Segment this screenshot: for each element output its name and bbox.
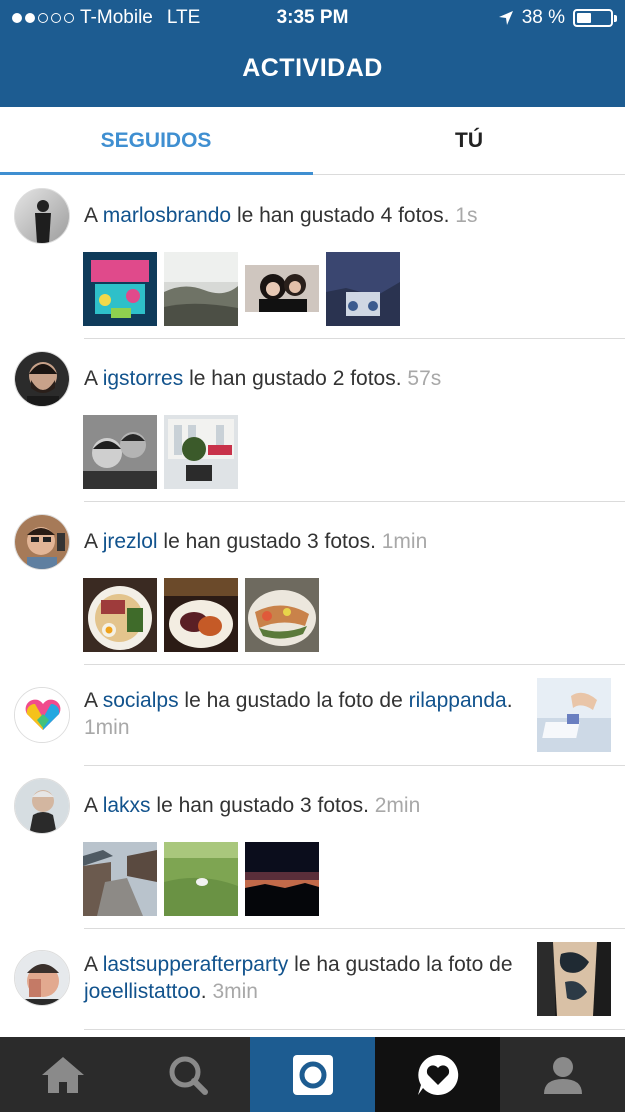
avatar[interactable] xyxy=(14,351,70,407)
activity-text: A socialps le ha gustado la foto de rila… xyxy=(84,689,513,739)
selected-tab-indicator xyxy=(0,172,313,175)
timestamp: 1min xyxy=(381,530,428,553)
activity-text: A lakxs le han gustado 3 fotos. 2min xyxy=(84,794,421,817)
bottom-nav xyxy=(0,1037,625,1112)
nav-activity[interactable] xyxy=(375,1037,500,1112)
divider xyxy=(84,501,625,502)
photo-thumbnail[interactable] xyxy=(164,252,238,326)
divider xyxy=(84,664,625,665)
profile-icon xyxy=(543,1056,582,1094)
search-icon xyxy=(169,1056,208,1095)
nav-camera[interactable] xyxy=(250,1037,375,1112)
timestamp: 1s xyxy=(455,204,478,227)
photo-thumbnail[interactable] xyxy=(83,578,157,652)
username-link[interactable]: rilappanda xyxy=(409,689,507,712)
username-link[interactable]: jrezlol xyxy=(103,530,158,553)
activity-text: A marlosbrando le han gustado 4 fotos. 1… xyxy=(84,204,478,227)
avatar[interactable] xyxy=(14,778,70,834)
nav-search[interactable] xyxy=(125,1037,250,1112)
avatar[interactable] xyxy=(14,188,70,244)
nav-home[interactable] xyxy=(0,1037,125,1112)
username-link[interactable]: joeellistattoo xyxy=(84,980,201,1003)
username-link[interactable]: marlosbrando xyxy=(103,204,231,227)
photo-thumbnail[interactable] xyxy=(245,265,319,312)
divider xyxy=(84,765,625,766)
avatar[interactable] xyxy=(14,687,70,743)
username-link[interactable]: lastsupperafterparty xyxy=(103,953,289,976)
activity-heart-icon xyxy=(417,1054,458,1095)
photo-thumbnail[interactable] xyxy=(245,578,319,652)
username-link[interactable]: socialps xyxy=(103,689,179,712)
photo-thumbnail[interactable] xyxy=(83,252,157,326)
home-icon xyxy=(41,1056,84,1093)
activity-text: A jrezlol le han gustado 3 fotos. 1min xyxy=(84,530,428,553)
photo-thumbnail[interactable] xyxy=(537,678,611,752)
divider xyxy=(84,928,625,929)
activity-text: A lastsupperafterparty le ha gustado la … xyxy=(84,953,513,1003)
username-link[interactable]: igstorres xyxy=(103,367,184,390)
photo-thumbnail[interactable] xyxy=(326,252,400,326)
photo-thumbnail[interactable] xyxy=(537,942,611,1016)
location-arrow-icon xyxy=(498,11,513,25)
tab-tu[interactable]: TÚ xyxy=(313,107,625,175)
timestamp: 3min xyxy=(212,980,258,1003)
divider xyxy=(84,338,625,339)
camera-icon xyxy=(292,1054,333,1095)
avatar[interactable] xyxy=(14,514,70,570)
status-bar: T-Mobile LTE 3:35 PM 38 % xyxy=(0,0,625,36)
timestamp: 57s xyxy=(407,367,442,390)
username-link[interactable]: lakxs xyxy=(103,794,151,817)
tab-seguidos[interactable]: SEGUIDOS xyxy=(0,107,312,175)
battery-percent: 38 % xyxy=(521,7,565,28)
nav-profile[interactable] xyxy=(500,1037,625,1112)
divider xyxy=(84,1029,625,1030)
battery-icon xyxy=(573,9,617,27)
avatar[interactable] xyxy=(14,950,70,1006)
activity-text: A igstorres le han gustado 2 fotos. 57s xyxy=(84,367,442,390)
photo-thumbnail[interactable] xyxy=(164,578,238,652)
tab-bar: SEGUIDOS TÚ xyxy=(0,107,625,175)
photo-thumbnail[interactable] xyxy=(245,842,319,916)
top-bar: T-Mobile LTE 3:35 PM 38 % ACTIVIDAD xyxy=(0,0,625,107)
photo-thumbnail[interactable] xyxy=(164,842,238,916)
timestamp: 2min xyxy=(374,794,421,817)
photo-thumbnail[interactable] xyxy=(83,842,157,916)
photo-thumbnail[interactable] xyxy=(164,415,238,489)
timestamp: 1min xyxy=(84,716,130,739)
page-title: ACTIVIDAD xyxy=(242,54,383,82)
photo-thumbnail[interactable] xyxy=(83,415,157,489)
